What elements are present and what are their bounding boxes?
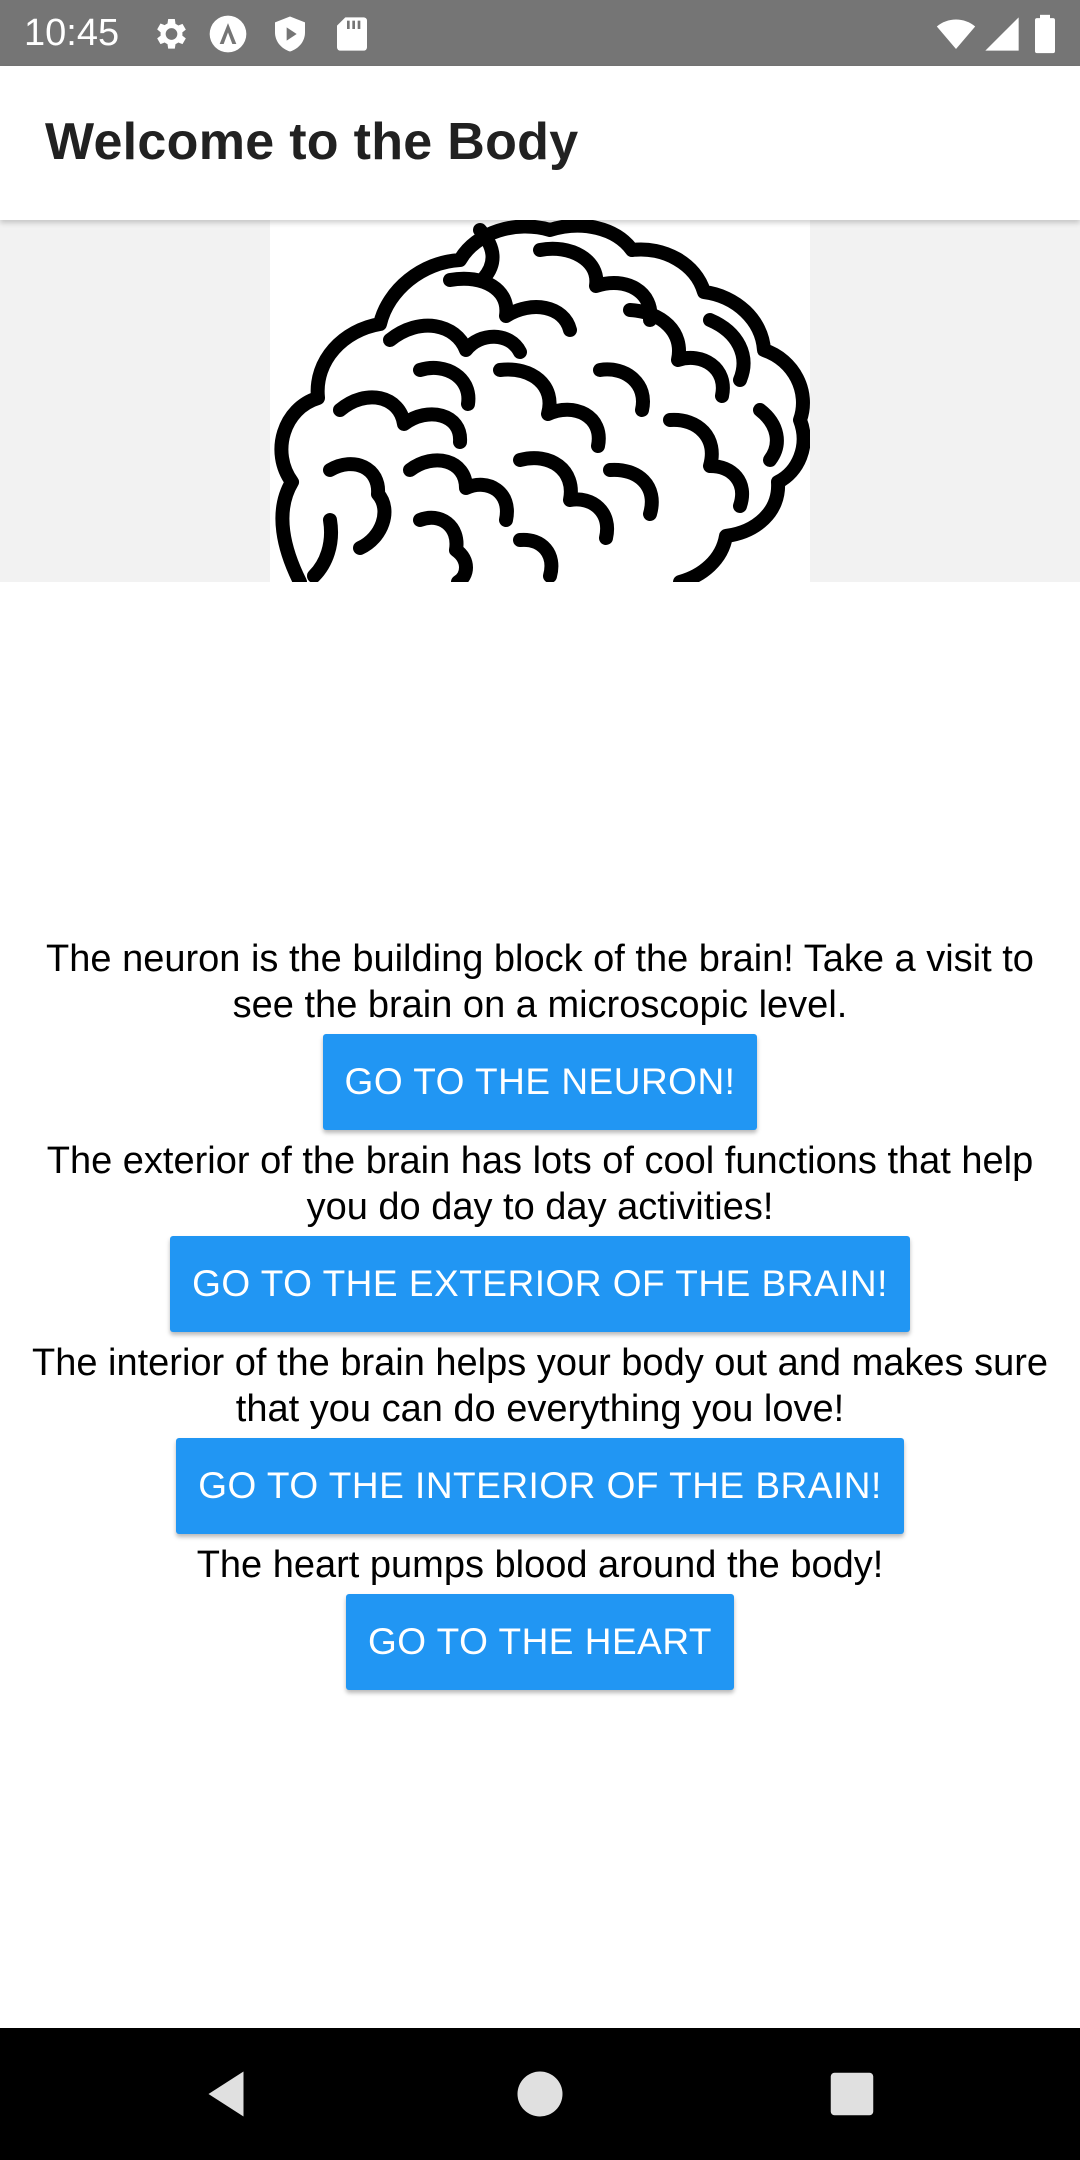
heart-description: The heart pumps blood around the body! bbox=[196, 1544, 884, 1586]
brain-icon bbox=[274, 220, 810, 582]
section-exterior: The exterior of the brain has lots of co… bbox=[0, 1138, 1080, 1338]
home-icon[interactable] bbox=[510, 2064, 570, 2124]
status-time: 10:45 bbox=[24, 12, 120, 54]
section-interior: The interior of the brain helps your bod… bbox=[0, 1340, 1080, 1540]
go-to-interior-button[interactable]: GO TO THE INTERIOR OF THE BRAIN! bbox=[176, 1438, 904, 1534]
go-to-heart-button[interactable]: GO TO THE HEART bbox=[345, 1594, 734, 1690]
navigation-bar bbox=[0, 2028, 1080, 2160]
a-badge-icon bbox=[209, 15, 247, 53]
exterior-description: The exterior of the brain has lots of co… bbox=[46, 1140, 1034, 1228]
battery-icon bbox=[1035, 14, 1055, 54]
interior-description: The interior of the brain helps your bod… bbox=[31, 1342, 1049, 1430]
status-bar: 10:45 bbox=[0, 0, 1080, 66]
section-neuron: The neuron is the building block of the … bbox=[0, 936, 1080, 1136]
back-icon[interactable] bbox=[196, 2064, 256, 2124]
content-area: The neuron is the building block of the … bbox=[0, 936, 1080, 1698]
sd-card-icon bbox=[337, 17, 367, 51]
go-to-neuron-button[interactable]: GO TO THE NEURON! bbox=[322, 1034, 758, 1130]
app-bar: Welcome to the Body bbox=[0, 66, 1080, 220]
page-title: Welcome to the Body bbox=[45, 113, 579, 171]
wifi-icon bbox=[936, 19, 976, 49]
gear-icon bbox=[157, 19, 186, 49]
shield-play-icon bbox=[275, 16, 305, 52]
screen: 10:45 Welcome to the Body The neuron is … bbox=[0, 0, 1080, 2160]
section-heart: The heart pumps blood around the body! G… bbox=[0, 1542, 1080, 1696]
hero-banner bbox=[0, 220, 1080, 582]
signal-icon bbox=[985, 17, 1019, 51]
recents-icon[interactable] bbox=[822, 2064, 882, 2124]
brain-illustration bbox=[270, 220, 810, 582]
neuron-description: The neuron is the building block of the … bbox=[46, 938, 1034, 1026]
go-to-exterior-button[interactable]: GO TO THE EXTERIOR OF THE BRAIN! bbox=[170, 1236, 910, 1332]
